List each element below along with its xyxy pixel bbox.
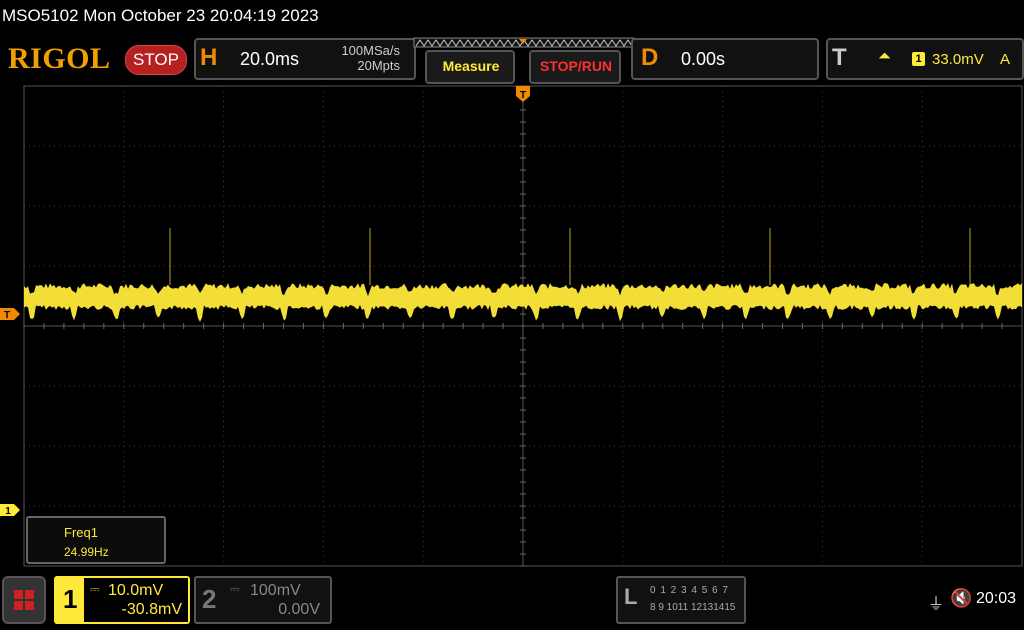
channel1-number: 1 xyxy=(63,584,78,614)
channel2-number: 2 xyxy=(202,584,217,614)
channel2-scale: 100mV xyxy=(250,582,301,599)
status-badge: STOP xyxy=(125,45,187,75)
measurement-value: 24.99Hz xyxy=(64,545,109,559)
trigger-position-marker[interactable]: T xyxy=(516,86,530,102)
usb-icon[interactable]: ⏚ xyxy=(928,590,944,614)
trigger-source-badge: 1 xyxy=(912,52,925,66)
logic-channels-row2: 8 9 1011 12131415 xyxy=(650,602,736,613)
channel1-offset-marker[interactable]: 1 xyxy=(0,504,20,517)
dc-coupling-icon: ⎓ xyxy=(90,582,100,596)
clock: 20:03 xyxy=(976,590,1017,607)
stop-run-button[interactable]: STOP/RUN xyxy=(532,52,620,80)
speaker-muted-icon[interactable]: 🔇 xyxy=(950,588,972,609)
delay-value: 0.00s xyxy=(681,49,726,69)
trigger-mode: A xyxy=(1000,51,1011,68)
window-title: MSO5102 Mon October 23 20:04:19 2023 xyxy=(2,6,319,25)
rising-edge-icon: ⏶ xyxy=(878,48,891,65)
main-menu-button[interactable] xyxy=(2,576,46,624)
measure-button[interactable]: Measure xyxy=(428,52,514,80)
waveform-display[interactable]: T T 1 xyxy=(0,84,1024,570)
acquisition-info: 100MSa/s 20Mpts xyxy=(310,43,400,73)
sample-rate: 100MSa/s xyxy=(341,43,400,58)
logic-letter: L xyxy=(624,584,638,609)
channel1-marker-label: 1 xyxy=(5,506,11,517)
memory-depth: 20Mpts xyxy=(357,58,400,73)
channel1-scale: 10.0mV xyxy=(108,582,164,599)
title-bar: MSO5102 Mon October 23 20:04:19 2023 xyxy=(0,0,1024,34)
trigger-level: 33.0mV xyxy=(932,51,984,68)
trigger-level-marker[interactable]: T xyxy=(0,308,20,321)
logic-channels-row1: 0 1 2 3 4 5 6 7 xyxy=(650,585,729,596)
trigger-top-label: T xyxy=(520,90,526,101)
measurement-label: Freq1 xyxy=(64,525,98,540)
trigger-panel[interactable] xyxy=(826,38,1024,80)
channel1-offset: -30.8mV xyxy=(121,601,182,618)
graticule xyxy=(23,85,1023,567)
delay-letter: D xyxy=(641,44,659,71)
channel2-offset: 0.00V xyxy=(278,601,320,618)
trigger-left-label: T xyxy=(4,310,10,321)
horizontal-scale: 20.0ms xyxy=(240,49,300,69)
trigger-letter: T xyxy=(832,44,847,71)
brand-logo: RIGOL xyxy=(8,42,111,75)
dc-coupling-icon: ⎓ xyxy=(230,582,240,596)
horizontal-letter: H xyxy=(200,44,218,71)
